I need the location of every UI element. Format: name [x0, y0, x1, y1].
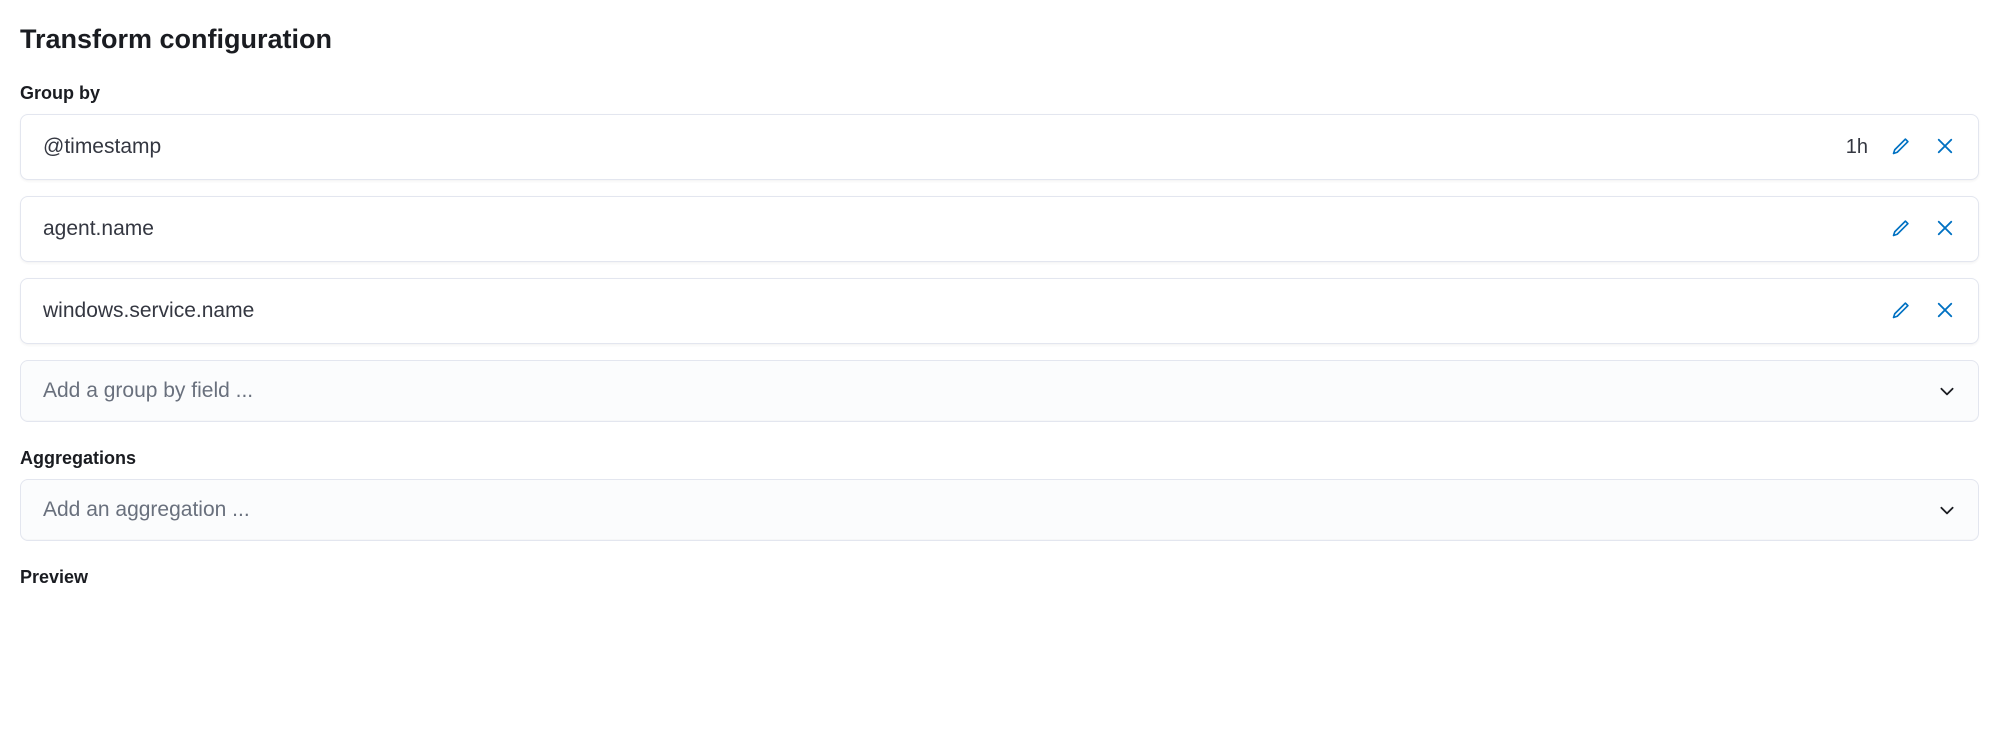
aggregations-add-combobox[interactable]: Add an aggregation ...	[20, 479, 1979, 541]
pencil-icon	[1891, 300, 1911, 323]
group-by-label: Group by	[20, 83, 1979, 104]
preview-section: Preview	[20, 567, 1979, 588]
group-by-item-actions: 1h	[1846, 136, 1956, 159]
group-by-field-label: @timestamp	[43, 135, 161, 159]
page-title: Transform configuration	[20, 24, 1979, 55]
group-by-section: Group by @timestamp 1h	[20, 83, 1979, 422]
group-by-list: @timestamp 1h	[20, 114, 1979, 344]
aggregations-section: Aggregations Add an aggregation ...	[20, 448, 1979, 541]
close-icon	[1935, 218, 1955, 241]
remove-button[interactable]	[1934, 218, 1956, 240]
close-icon	[1935, 300, 1955, 323]
combobox-placeholder: Add a group by field ...	[43, 379, 253, 403]
group-by-item-timestamp: @timestamp 1h	[20, 114, 1979, 180]
interval-badge: 1h	[1846, 136, 1868, 159]
group-by-add-combobox[interactable]: Add a group by field ...	[20, 360, 1979, 422]
remove-button[interactable]	[1934, 300, 1956, 322]
preview-label: Preview	[20, 567, 1979, 588]
group-by-item-actions	[1890, 300, 1956, 322]
group-by-item-agent-name: agent.name	[20, 196, 1979, 262]
group-by-field-label: windows.service.name	[43, 299, 254, 323]
pencil-icon	[1891, 218, 1911, 241]
edit-button[interactable]	[1890, 136, 1912, 158]
group-by-field-label: agent.name	[43, 217, 154, 241]
group-by-item-actions	[1890, 218, 1956, 240]
close-icon	[1935, 136, 1955, 159]
chevron-down-icon	[1938, 501, 1956, 519]
edit-button[interactable]	[1890, 300, 1912, 322]
group-by-item-windows-service-name: windows.service.name	[20, 278, 1979, 344]
aggregations-label: Aggregations	[20, 448, 1979, 469]
pencil-icon	[1891, 136, 1911, 159]
remove-button[interactable]	[1934, 136, 1956, 158]
chevron-down-icon	[1938, 382, 1956, 400]
combobox-placeholder: Add an aggregation ...	[43, 498, 250, 522]
edit-button[interactable]	[1890, 218, 1912, 240]
